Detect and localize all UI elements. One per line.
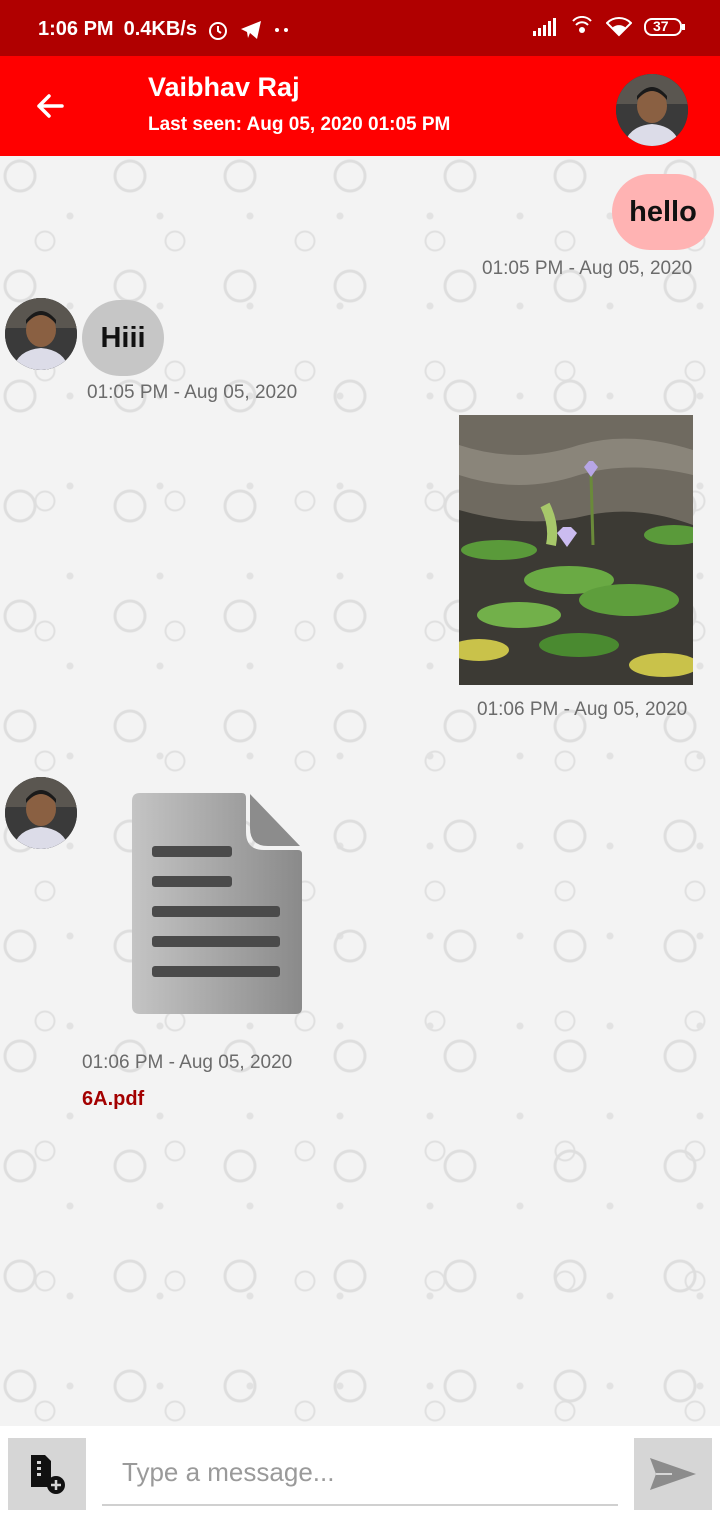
file-name-link[interactable]: 6A.pdf xyxy=(82,1088,144,1111)
alarm-icon xyxy=(207,19,229,41)
attach-file-button[interactable] xyxy=(8,1438,86,1510)
more-dots-icon xyxy=(273,26,291,34)
image-message[interactable] xyxy=(459,415,693,685)
network-speed: 0.4KB/s xyxy=(123,18,197,40)
back-arrow-icon[interactable] xyxy=(28,84,72,128)
chat-area[interactable]: hello 01:05 PM - Aug 05, 2020 Hiii 01:05… xyxy=(0,156,720,1426)
send-icon xyxy=(648,1456,698,1492)
last-seen-status: Last seen: Aug 05, 2020 01:05 PM xyxy=(148,114,451,135)
status-right: 37 xyxy=(532,16,686,38)
hotspot-icon xyxy=(570,16,594,38)
contact-avatar[interactable] xyxy=(616,74,688,146)
message-timestamp: 01:06 PM - Aug 05, 2020 xyxy=(82,1052,293,1073)
status-bar: 1:06 PM 0.4KB/s 37 xyxy=(0,0,720,56)
message-bubble-incoming[interactable]: Hiii xyxy=(82,300,164,376)
message-timestamp: 01:06 PM - Aug 05, 2020 xyxy=(477,699,688,720)
document-icon xyxy=(132,793,302,1014)
status-time: 1:06 PM xyxy=(38,18,114,40)
message-bubble-outgoing[interactable]: hello xyxy=(612,174,714,250)
attach-file-icon xyxy=(27,1453,67,1495)
message-timestamp: 01:05 PM - Aug 05, 2020 xyxy=(482,258,693,279)
message-text: hello xyxy=(629,195,697,228)
message-text: Hiii xyxy=(100,321,146,354)
status-left: 1:06 PM 0.4KB/s xyxy=(38,18,291,41)
app-bar: Vaibhav Raj Last seen: Aug 05, 2020 01:0… xyxy=(0,56,720,156)
file-message[interactable] xyxy=(128,790,304,1016)
sender-avatar[interactable] xyxy=(5,777,77,849)
signal-icon xyxy=(532,17,558,37)
send-button[interactable] xyxy=(634,1438,712,1510)
wifi-icon xyxy=(606,17,632,37)
contact-name[interactable]: Vaibhav Raj xyxy=(148,72,300,103)
message-timestamp: 01:05 PM - Aug 05, 2020 xyxy=(87,382,298,403)
sender-avatar[interactable] xyxy=(5,298,77,370)
battery-level: 37 xyxy=(653,18,669,34)
battery-icon: 37 xyxy=(644,17,686,37)
message-composer xyxy=(0,1426,720,1520)
telegram-icon xyxy=(239,19,263,41)
message-input[interactable] xyxy=(102,1440,618,1506)
